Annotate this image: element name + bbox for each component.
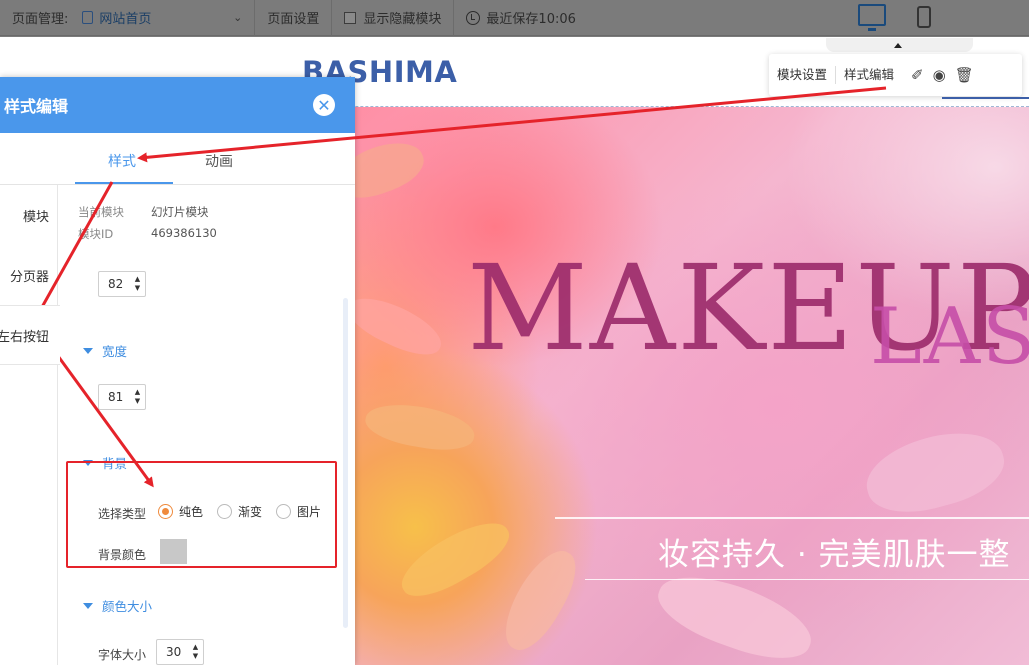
side-item-arrows[interactable]: 左右按钮: [0, 305, 60, 365]
panel-header: 样式编辑 ✕: [0, 77, 355, 133]
side-item-label: 分页器: [9, 269, 49, 285]
width-title-text: 宽度: [102, 344, 128, 359]
width-value: 81: [108, 390, 124, 404]
page-settings-label: 页面设置: [267, 12, 320, 27]
height-value: 82: [108, 277, 124, 291]
radio-dot: [276, 504, 291, 519]
current-module-row: 当前模块 幻灯片模块: [78, 204, 209, 220]
style-edit-button[interactable]: 样式编辑: [836, 66, 902, 84]
page-manage: 页面管理: 网站首页 ⌄: [0, 0, 256, 36]
trash-icon[interactable]: 🗑: [955, 66, 974, 84]
editor-toolbar: 页面管理: 网站首页 ⌄ 页面设置 显示隐藏模块 最近保存10:06: [0, 0, 1029, 36]
side-item-module[interactable]: 模块: [0, 185, 57, 245]
stepper-arrows-icon[interactable]: ▲ ▼: [133, 388, 142, 406]
bg-type-label: 选择类型: [98, 507, 147, 521]
caret-down-icon: [83, 347, 93, 354]
current-module-value: 幻灯片模块: [151, 205, 209, 219]
petal-shape: [392, 509, 518, 609]
background-section-title[interactable]: 背景: [83, 453, 127, 472]
stepper-arrows-icon[interactable]: ▲ ▼: [133, 275, 142, 293]
active-tab-indicator: [75, 182, 173, 184]
element-list: 模块 分页器 左右按钮: [0, 185, 60, 665]
last-saved-text: 最近保存10:06: [486, 12, 576, 27]
page-icon: [82, 11, 94, 24]
height-stepper[interactable]: 82 ▲ ▼: [98, 271, 146, 297]
page-select-value: 网站首页: [99, 12, 152, 27]
caret-down-icon: [83, 602, 93, 609]
save-status: 最近保存10:06: [454, 0, 587, 36]
show-hidden-label: 显示隐藏模块: [363, 12, 442, 27]
bg-type-solid-radio[interactable]: 纯色: [158, 503, 203, 520]
close-icon[interactable]: ✕: [313, 94, 335, 116]
toolbar-pointer: [894, 43, 902, 48]
page-select[interactable]: 网站首页 ⌄: [82, 8, 242, 27]
width-section-title[interactable]: 宽度: [83, 341, 127, 360]
font-size-stepper[interactable]: 30 ▲ ▼: [156, 639, 204, 665]
bg-color-label: 背景颜色: [98, 548, 147, 562]
desktop-icon[interactable]: [858, 4, 886, 31]
caret-down-icon: [83, 459, 93, 466]
style-editor-panel: 样式编辑 ✕ 样式 动画 模块 分页器 左右按钮 当前模块 幻灯片模块 模块ID…: [0, 77, 355, 665]
mobile-icon[interactable]: [917, 6, 931, 28]
petal-shape: [355, 132, 431, 208]
side-item-pager[interactable]: 分页器: [0, 245, 57, 305]
current-module-label: 当前模块: [78, 205, 124, 219]
stepper-arrows-icon[interactable]: ▲ ▼: [191, 643, 200, 661]
tab-animation[interactable]: 动画: [205, 151, 233, 171]
bg-color-swatch[interactable]: [160, 539, 187, 564]
radio-dot: [217, 504, 232, 519]
bg-type-gradient-radio[interactable]: 渐变: [217, 503, 262, 520]
style-content: 当前模块 幻灯片模块 模块ID 469386130 82 ▲ ▼ 宽度 81 ▲ ▼…: [58, 185, 354, 665]
radio-label: 纯色: [179, 505, 204, 519]
color-size-title-text: 颜色大小: [102, 599, 153, 614]
tab-style[interactable]: 样式: [108, 151, 136, 171]
page-settings-button[interactable]: 页面设置: [255, 0, 333, 36]
side-item-label: 左右按钮: [0, 329, 50, 345]
nav-underline: [942, 97, 1029, 99]
panel-scrollbar[interactable]: [343, 298, 348, 628]
petal-shape: [649, 561, 821, 665]
check-circle-icon: [466, 10, 481, 25]
bg-type-image-radio[interactable]: 图片: [276, 503, 321, 520]
radio-label: 渐变: [238, 505, 263, 519]
radio-label: 图片: [297, 505, 322, 519]
side-item-label: 模块: [22, 209, 49, 225]
font-size-value: 30: [166, 645, 182, 659]
module-settings-button[interactable]: 模块设置: [769, 66, 837, 84]
show-hidden-checkbox[interactable]: [344, 11, 357, 24]
banner-title-second: LAS: [870, 292, 1029, 382]
chevron-down-icon: ⌄: [233, 11, 243, 24]
font-size-label: 字体大小: [98, 648, 147, 662]
banner-divider: [555, 517, 1029, 519]
module-float-toolbar: 模块设置 样式编辑 ✐ ◉ 🗑: [769, 54, 1022, 96]
module-id-label: 模块ID: [78, 227, 114, 241]
panel-tabs: 样式 动画: [0, 133, 355, 185]
panel-title: 样式编辑: [4, 97, 69, 116]
color-size-section-title[interactable]: 颜色大小: [83, 596, 152, 615]
show-hidden-toggle[interactable]: 显示隐藏模块: [332, 0, 455, 36]
petal-shape: [362, 397, 478, 457]
page-manage-label: 页面管理:: [12, 12, 69, 27]
petal-shape: [858, 420, 1012, 524]
background-title-text: 背景: [102, 456, 128, 471]
pin-icon[interactable]: ✐: [911, 66, 924, 84]
petal-shape: [355, 287, 449, 365]
module-id-value: 469386130: [151, 226, 217, 240]
banner-subtitle: 妆容持久 · 完美肌肤一整: [658, 537, 1011, 573]
eye-icon[interactable]: ◉: [933, 66, 946, 84]
module-id-row: 模块ID 469386130: [78, 226, 217, 242]
slideshow-banner[interactable]: MAKEUP LAS 妆容持久 · 完美肌肤一整: [355, 107, 1029, 665]
petal-shape: [492, 540, 588, 660]
width-stepper[interactable]: 81 ▲ ▼: [98, 384, 146, 410]
banner-divider: [585, 579, 1029, 580]
radio-dot: [158, 504, 173, 519]
